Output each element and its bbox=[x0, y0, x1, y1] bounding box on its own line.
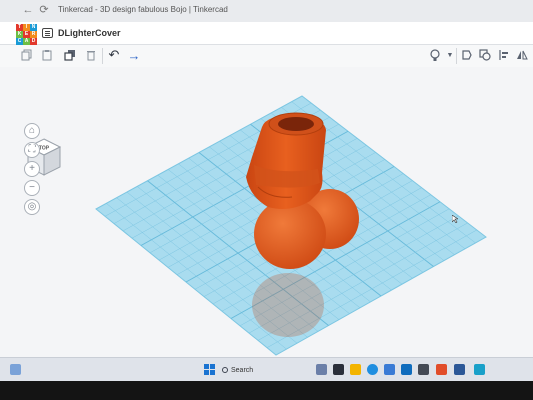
app-icon-2[interactable] bbox=[333, 364, 344, 375]
app-icon-6[interactable] bbox=[454, 364, 465, 375]
app-icon-1[interactable] bbox=[316, 364, 327, 375]
taskbar-search[interactable]: Search bbox=[222, 364, 253, 376]
home-view-button[interactable]: ⌂ bbox=[24, 123, 40, 139]
logo-letter: E bbox=[23, 31, 30, 38]
file-explorer-icon[interactable] bbox=[350, 364, 361, 375]
workspace[interactable]: TOP ⌂ ⛶ + − ◎ bbox=[0, 67, 533, 357]
paste-icon[interactable] bbox=[40, 48, 54, 62]
logo-letter: T bbox=[16, 24, 23, 31]
duplicate-icon[interactable] bbox=[63, 48, 77, 62]
logo-letter: I bbox=[23, 24, 30, 31]
app-icon-5[interactable] bbox=[436, 364, 447, 375]
app-icon-4[interactable] bbox=[418, 364, 429, 375]
fit-view-button[interactable]: ⛶ bbox=[24, 142, 40, 158]
document-name[interactable]: DLighterCover bbox=[58, 28, 121, 38]
designs-list-icon[interactable] bbox=[42, 28, 53, 38]
start-icon[interactable] bbox=[204, 364, 215, 375]
group-icon[interactable] bbox=[478, 48, 492, 62]
app-icon-3[interactable] bbox=[384, 364, 395, 375]
edit-toolbar: ↶ → ▼ bbox=[0, 45, 533, 68]
window-title-bar: ← ⟳ Tinkercad - 3D design fabulous Bojo … bbox=[0, 0, 533, 23]
undo-icon[interactable]: ↶ bbox=[107, 47, 121, 62]
zoom-in-button[interactable]: + bbox=[24, 161, 40, 177]
mouse-cursor bbox=[452, 215, 458, 223]
widgets-icon[interactable] bbox=[10, 364, 21, 375]
app-header: TINKERCAD DLighterCover bbox=[0, 22, 533, 45]
taskbar-search-label: Search bbox=[231, 366, 254, 374]
search-icon bbox=[222, 367, 228, 373]
logo-letter: K bbox=[16, 31, 23, 38]
edge-icon[interactable] bbox=[367, 364, 378, 375]
screen: ← ⟳ Tinkercad - 3D design fabulous Bojo … bbox=[0, 0, 533, 400]
tinkercad-taskbar-icon[interactable] bbox=[474, 364, 485, 375]
workplane[interactable] bbox=[0, 67, 533, 357]
refresh-icon[interactable]: ⟳ bbox=[38, 4, 50, 16]
taskbar: Search bbox=[0, 357, 533, 382]
logo-letter: R bbox=[30, 31, 37, 38]
store-icon[interactable] bbox=[401, 364, 412, 375]
logo-letter: C bbox=[16, 38, 23, 45]
tinkercad-logo[interactable]: TINKERCAD bbox=[16, 24, 37, 45]
shape-icon[interactable] bbox=[460, 48, 474, 62]
chevron-down-icon[interactable]: ▼ bbox=[443, 48, 457, 62]
logo-letter: D bbox=[30, 38, 37, 45]
delete-icon[interactable] bbox=[84, 48, 98, 62]
back-icon[interactable]: ← bbox=[22, 4, 34, 16]
light-bulb-icon[interactable] bbox=[428, 48, 442, 62]
redo-icon[interactable]: → bbox=[127, 48, 141, 63]
monitor-bezel bbox=[0, 381, 533, 400]
logo-letter: N bbox=[30, 24, 37, 31]
view-cube-label: TOP bbox=[39, 146, 50, 152]
window-title: Tinkercad - 3D design fabulous Bojo | Ti… bbox=[58, 5, 228, 14]
mirror-icon[interactable] bbox=[515, 48, 529, 62]
perspective-button[interactable]: ◎ bbox=[24, 199, 40, 215]
align-icon[interactable] bbox=[497, 48, 511, 62]
logo-letter: A bbox=[23, 38, 30, 45]
zoom-out-button[interactable]: − bbox=[24, 180, 40, 196]
copy-icon[interactable] bbox=[20, 48, 34, 62]
